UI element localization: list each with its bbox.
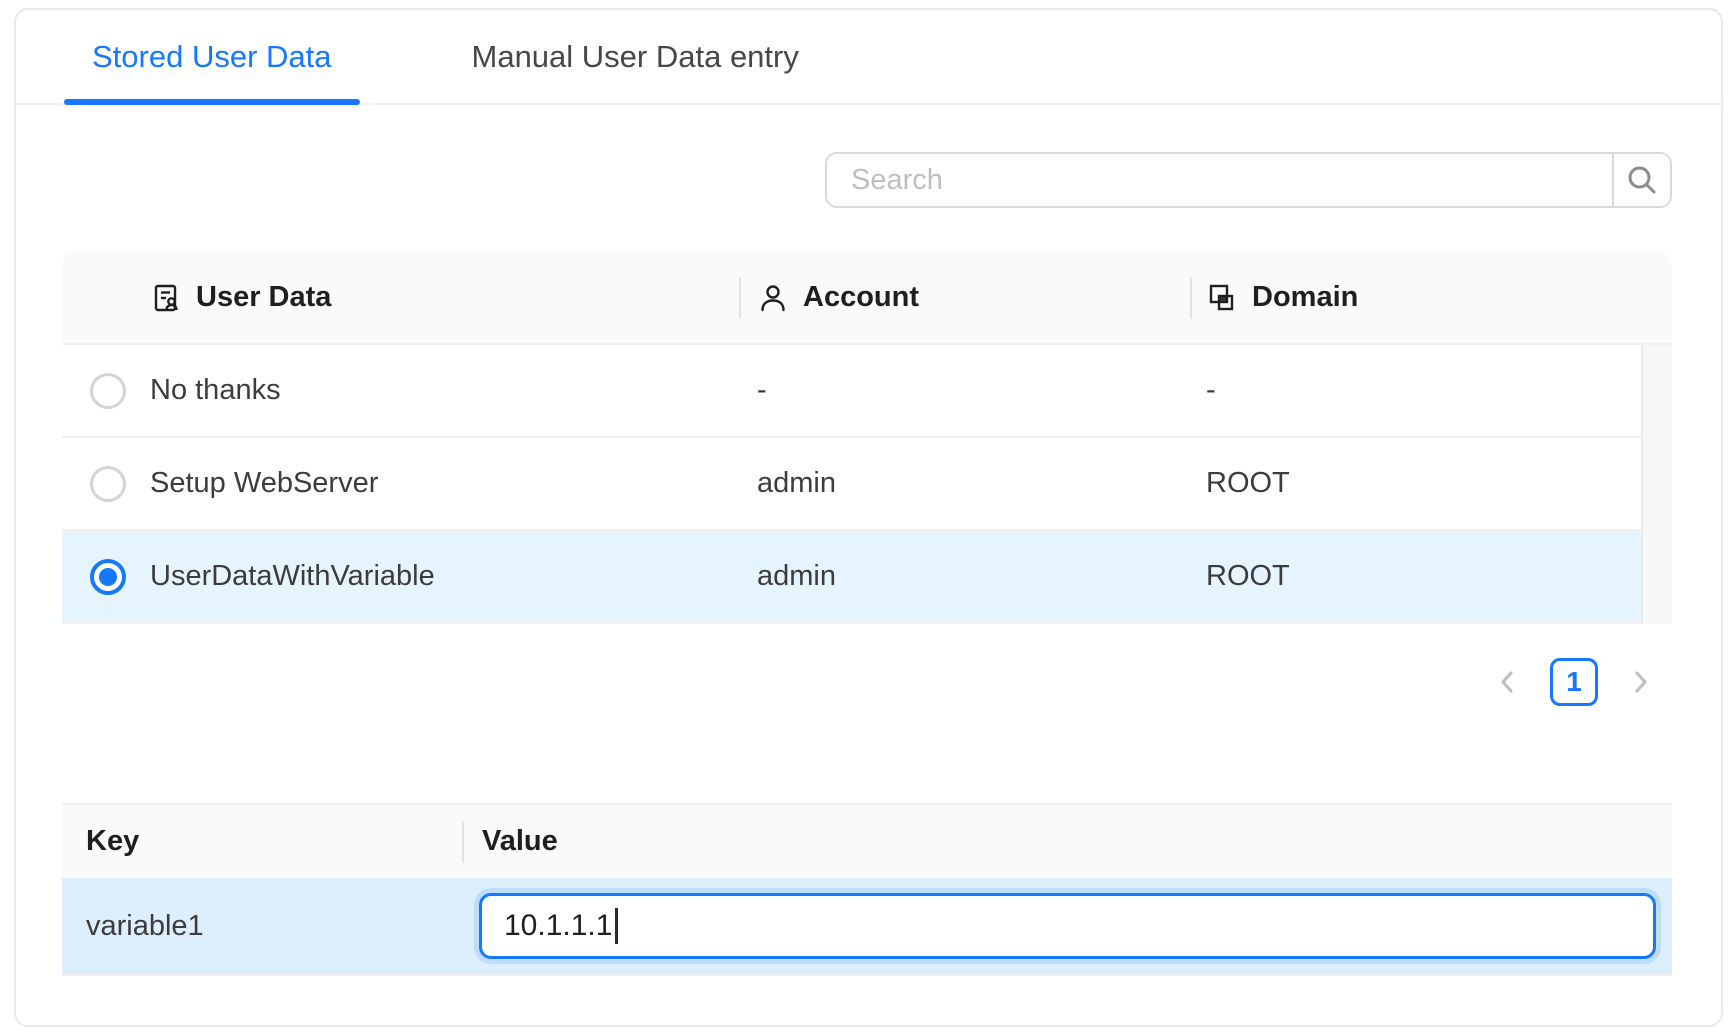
cell-domain: - [1190,374,1672,407]
cell-user-data: No thanks [62,373,739,409]
radio-no-thanks[interactable] [90,373,126,409]
variables-table-header: Key Value [62,803,1672,878]
table-row-setup-webserver[interactable]: Setup WebServer admin ROOT [62,438,1672,531]
variable-key-label: variable1 [62,910,462,943]
variable-value-text: 10.1.1.1 [504,909,612,943]
chevron-left-icon [1495,669,1521,695]
pagination-page-1[interactable]: 1 [1550,658,1598,706]
radio-userdatawithvariable-checked[interactable] [90,559,126,595]
cell-account: admin [739,467,1190,500]
search-icon [1625,163,1659,197]
tab-stored-user-data-label: Stored User Data [92,39,332,75]
radio-setup-webserver[interactable] [90,466,126,502]
column-header-value: Value [462,805,1672,878]
cell-user-data: Setup WebServer [62,466,739,502]
column-header-domain: Domain [1190,252,1672,343]
tab-panel-stored-user-data: User Data Account [16,152,1721,976]
pagination-next-button[interactable] [1622,664,1658,700]
user-data-table-body: No thanks - - Setup WebServer admin ROOT [62,345,1672,624]
cell-user-data: UserDataWithVariable [62,559,739,595]
column-header-user-data: User Data [62,252,739,343]
search-row [62,152,1672,208]
user-data-document-icon [150,282,182,314]
column-header-account: Account [739,252,1190,343]
table-row-no-thanks[interactable]: No thanks - - [62,345,1672,438]
variable-value-input[interactable]: 10.1.1.1 [479,893,1656,959]
search-group [825,152,1672,208]
search-button[interactable] [1612,154,1670,206]
cell-domain: ROOT [1190,560,1672,593]
table-row-userdatawithvariable[interactable]: UserDataWithVariable admin ROOT [62,531,1672,624]
search-input[interactable] [827,154,1612,206]
cell-account: - [739,374,1190,407]
text-cursor [615,908,618,944]
cell-domain: ROOT [1190,467,1672,500]
tab-stored-user-data[interactable]: Stored User Data [64,10,360,103]
pagination-prev-button[interactable] [1490,664,1526,700]
tab-manual-user-data-entry-label: Manual User Data entry [472,39,799,75]
column-header-key: Key [62,805,462,878]
tab-manual-user-data-entry[interactable]: Manual User Data entry [444,10,827,103]
column-header-domain-label: Domain [1252,281,1358,314]
account-person-icon [757,282,789,314]
variable-row-variable1: variable1 10.1.1.1 [62,878,1672,976]
column-header-account-label: Account [803,281,919,314]
cell-account: admin [739,560,1190,593]
row-user-data-label: No thanks [150,374,281,407]
column-header-user-data-label: User Data [196,281,331,314]
chevron-right-icon [1627,669,1653,695]
row-user-data-label: UserDataWithVariable [150,560,435,593]
tab-bar: Stored User Data Manual User Data entry [16,10,1721,105]
pagination: 1 [62,658,1672,706]
user-data-dialog: Stored User Data Manual User Data entry [14,8,1723,1027]
user-data-table-header: User Data Account [62,252,1672,345]
row-user-data-label: Setup WebServer [150,467,378,500]
variables-table: Key Value variable1 10.1.1.1 [62,803,1672,976]
variable-value-cell: 10.1.1.1 [462,893,1672,959]
user-data-table: User Data Account [62,252,1672,624]
domain-blocks-icon [1206,282,1238,314]
